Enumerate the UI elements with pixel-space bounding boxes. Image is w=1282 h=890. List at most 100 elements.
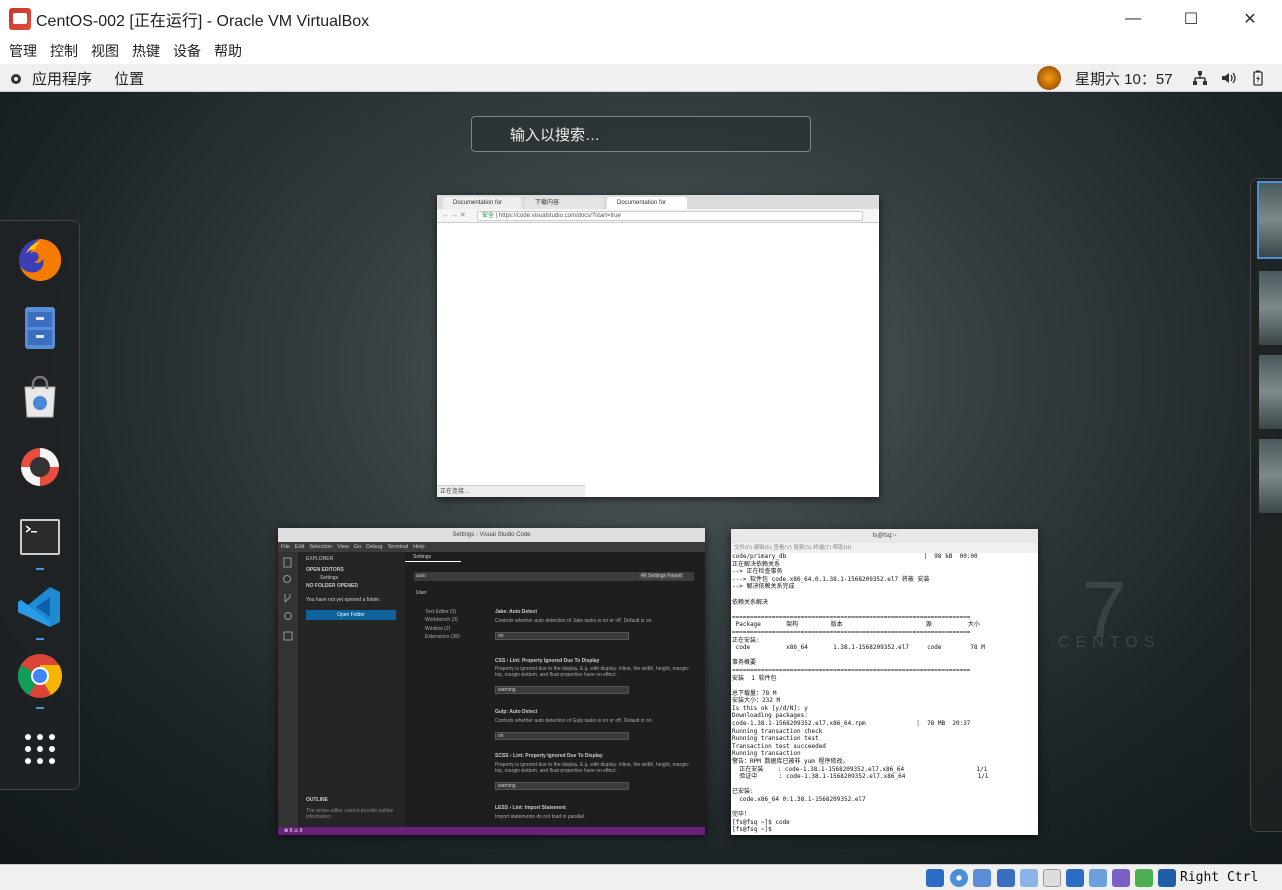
vscode-window-thumbnail[interactable]: Settings - Visual Studio Code File Edit …: [278, 528, 705, 835]
settings-found-count: 46 Settings Found: [639, 573, 684, 579]
chrome-icon[interactable]: [16, 652, 64, 700]
running-indicator: [36, 638, 44, 640]
mouse-integration-icon[interactable]: [1135, 869, 1153, 887]
virtualbox-icon: [9, 8, 31, 30]
activity-app-icon[interactable]: [1037, 66, 1061, 90]
volume-icon[interactable]: [1220, 70, 1236, 86]
applications-menu[interactable]: 应用程序: [32, 68, 92, 89]
terminal-line: 安装 1 软件包: [732, 674, 777, 682]
clock[interactable]: 星期六 10：57: [1075, 68, 1173, 89]
terminal-line: code/primary_db | 98 kB 00:00: [732, 553, 978, 560]
terminal-menubar[interactable]: 文件(F) 编辑(E) 查看(V) 搜索(S) 终端(T) 帮助(H): [731, 543, 1038, 553]
open-editor-item[interactable]: Settings: [320, 575, 338, 581]
terminal-icon[interactable]: [16, 513, 64, 561]
chrome-status: 正在连接…: [437, 485, 585, 497]
chrome-tab[interactable]: Documentation for: [443, 197, 521, 209]
vs-menu-selection[interactable]: Selection: [309, 544, 332, 550]
terminal-window-thumbnail[interactable]: fs@fsq:~ 文件(F) 编辑(E) 查看(V) 搜索(S) 终端(T) 帮…: [731, 529, 1038, 835]
secure-label: 安全: [482, 213, 495, 219]
terminal-line: 依赖关系解决: [732, 598, 769, 606]
close-button[interactable]: ✕: [1227, 4, 1273, 34]
workspace-4[interactable]: [1259, 439, 1282, 513]
files-icon[interactable]: [16, 304, 64, 352]
vs-menu-edit[interactable]: Edit: [295, 544, 304, 550]
optical-drive-icon[interactable]: [950, 869, 968, 887]
display-icon[interactable]: [1066, 869, 1084, 887]
vscode-icon[interactable]: [16, 583, 64, 631]
help-icon[interactable]: [16, 443, 64, 491]
workspace-1[interactable]: [1257, 181, 1282, 259]
setting-dropdown[interactable]: warning: [495, 686, 629, 694]
places-menu[interactable]: 位置: [114, 68, 144, 89]
network-adapter-icon[interactable]: [997, 869, 1015, 887]
settings-tree-item[interactable]: Text Editor (3): [425, 609, 456, 615]
vs-menu-debug[interactable]: Debug: [366, 544, 382, 550]
problems-count[interactable]: ⊗ 0 ⚠ 0: [284, 828, 302, 834]
audio-icon[interactable]: [973, 869, 991, 887]
setting-dropdown[interactable]: on: [495, 732, 629, 740]
terminal-line: Running transaction test: [732, 735, 819, 743]
terminal-line: --> 正在检查事务: [732, 568, 783, 576]
overview-search-input[interactable]: 输入以搜索…: [471, 116, 811, 152]
network-icon[interactable]: [1192, 70, 1208, 86]
settings-tree-item[interactable]: Window (2): [425, 626, 450, 632]
chrome-tab-active[interactable]: Documentation for: [607, 197, 687, 209]
minimize-button[interactable]: —: [1110, 4, 1156, 34]
terminal-line: 安装大小：232 M: [732, 697, 781, 705]
menu-help[interactable]: 帮助: [214, 41, 242, 61]
usb-icon[interactable]: [1020, 869, 1038, 887]
running-indicator: [36, 707, 44, 709]
outline-message: The active editor cannot provide outline…: [306, 808, 394, 820]
setting-dropdown[interactable]: warning: [495, 782, 629, 790]
activity-bar-icons[interactable]: [278, 552, 298, 652]
chrome-tab[interactable]: 下载内容: [525, 197, 603, 209]
open-editors-header[interactable]: OPEN EDITORS: [306, 567, 344, 573]
show-applications-icon[interactable]: [16, 725, 64, 773]
hard-disk-icon[interactable]: [926, 869, 944, 887]
open-folder-button[interactable]: Open Folder: [306, 610, 396, 620]
menu-devices[interactable]: 设备: [173, 41, 201, 61]
vs-menu-help[interactable]: Help: [413, 544, 424, 550]
menu-view[interactable]: 视图: [91, 41, 119, 61]
vscode-settings-editor: Settings auto 46 Settings Found User Tex…: [405, 552, 705, 827]
host-key-label: Right Ctrl: [1180, 870, 1259, 885]
chrome-tabstrip: Documentation for 下载内容 Documentation for: [437, 195, 879, 209]
shared-folder-icon[interactable]: [1043, 869, 1061, 887]
menu-hotkeys[interactable]: 热键: [132, 41, 160, 61]
setting-dropdown[interactable]: on: [495, 632, 629, 640]
vs-menu-view[interactable]: View: [337, 544, 349, 550]
workspace-2[interactable]: [1259, 271, 1282, 345]
close-icon: ✕: [1243, 11, 1257, 28]
firefox-icon[interactable]: [16, 236, 64, 284]
chrome-window-thumbnail[interactable]: Documentation for 下载内容 Documentation for…: [437, 195, 879, 497]
battery-icon[interactable]: [1250, 70, 1266, 86]
vs-menu-go[interactable]: Go: [354, 544, 361, 550]
outline-header[interactable]: OUTLINE: [306, 797, 328, 803]
setting-desc: Controls whether auto detection of Gulp …: [495, 718, 653, 724]
menu-manage[interactable]: 管理: [9, 41, 37, 61]
dash: [0, 220, 80, 790]
recording-icon[interactable]: [1089, 869, 1107, 887]
menu-control[interactable]: 控制: [50, 41, 78, 61]
chrome-url-text: https://code.visualstudio.com/docs/?star…: [498, 213, 621, 219]
settings-tree-item[interactable]: Workbench (3): [425, 617, 458, 623]
user-settings-tab[interactable]: User: [416, 590, 427, 596]
workspace-3[interactable]: [1259, 355, 1282, 429]
settings-tab[interactable]: Settings: [405, 552, 461, 562]
vscode-statusbar: ⊗ 0 ⚠ 0: [278, 827, 705, 835]
vscode-sidebar: EXPLORER OPEN EDITORS Settings NO FOLDER…: [298, 552, 405, 827]
settings-tree-item[interactable]: Extensions (38): [425, 634, 460, 640]
cpu-icon[interactable]: [1112, 869, 1130, 887]
chrome-nav-icons[interactable]: ← → ✕: [442, 211, 466, 219]
no-folder-header[interactable]: NO FOLDER OPENED: [306, 583, 358, 589]
workspace-switcher: [1250, 178, 1282, 832]
vs-menu-file[interactable]: File: [281, 544, 290, 550]
keyboard-capture-icon[interactable]: [1158, 869, 1176, 887]
vs-menu-terminal[interactable]: Terminal: [387, 544, 408, 550]
software-icon[interactable]: [16, 373, 64, 421]
maximize-button[interactable]: ☐: [1168, 4, 1214, 34]
terminal-output[interactable]: code/primary_db | 98 kB 00:00 正在解决依赖关系 -->…: [731, 553, 1038, 835]
chrome-address-bar[interactable]: 安全 | https://code.visualstudio.com/docs/…: [477, 211, 863, 221]
